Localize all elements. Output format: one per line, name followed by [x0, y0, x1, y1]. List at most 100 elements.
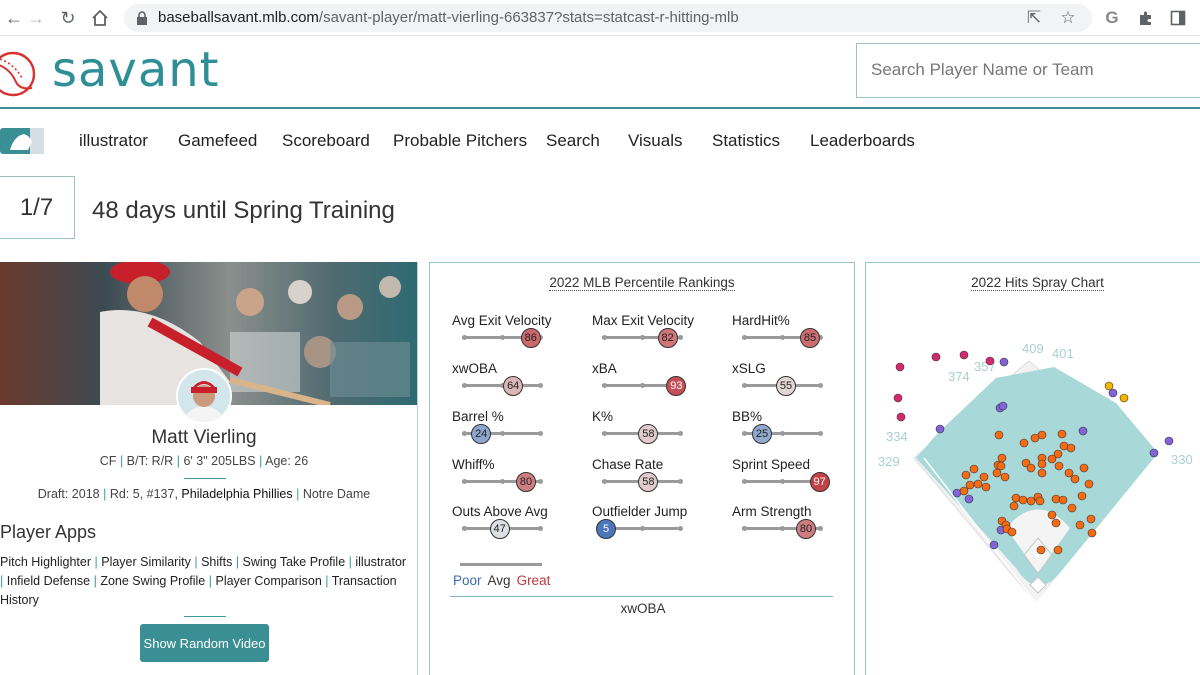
nav-item-scoreboard[interactable]: Scoreboard — [282, 131, 370, 151]
home-icon[interactable] — [88, 6, 112, 30]
hit-marker-double[interactable] — [935, 424, 945, 434]
hit-marker-single[interactable] — [1035, 496, 1045, 506]
sidebar-icon[interactable] — [1166, 6, 1190, 30]
percentile-metric[interactable]: Max Exit Velocity 82 — [592, 313, 712, 359]
hit-marker-triple[interactable] — [1104, 381, 1114, 391]
hit-marker-single[interactable] — [1026, 463, 1036, 473]
share-icon[interactable]: ⇱ — [1022, 6, 1046, 30]
percentile-metric[interactable]: K% 58 — [592, 409, 712, 455]
app-link[interactable]: Pitch Highlighter — [0, 555, 91, 569]
hit-marker-single[interactable] — [1058, 495, 1068, 505]
hit-marker-single[interactable] — [1007, 527, 1017, 537]
forward-icon[interactable]: → — [24, 6, 48, 30]
hit-marker-single[interactable] — [1019, 438, 1029, 448]
hit-marker-single[interactable] — [969, 464, 979, 474]
nav-item-illustrator[interactable]: illustrator — [79, 131, 148, 151]
hit-marker-single[interactable] — [1053, 545, 1063, 555]
mlb-logo-icon[interactable] — [0, 128, 44, 154]
percentile-metric[interactable]: Outfielder Jump 5 — [592, 504, 712, 550]
hit-marker-single[interactable] — [1047, 510, 1057, 520]
hit-marker-single[interactable] — [1036, 545, 1046, 555]
percentile-metric[interactable]: Whiff% 80 — [452, 457, 572, 503]
percentile-metric[interactable]: Avg Exit Velocity 86 — [452, 313, 572, 359]
percentile-metric[interactable]: xSLG 55 — [732, 361, 852, 407]
hit-marker-single[interactable] — [1047, 454, 1057, 464]
hit-marker-single[interactable] — [959, 486, 969, 496]
hit-marker-triple[interactable] — [1119, 393, 1129, 403]
app-link[interactable]: Infield Defense — [7, 574, 90, 588]
search-input[interactable] — [871, 60, 1191, 80]
hit-marker-home-run[interactable] — [931, 352, 941, 362]
logo-text[interactable]: savant — [52, 42, 219, 98]
nav-item-search[interactable]: Search — [546, 131, 600, 151]
hit-marker-single[interactable] — [961, 470, 971, 480]
hit-marker-single[interactable] — [1037, 459, 1047, 469]
hit-marker-home-run[interactable] — [959, 350, 969, 360]
hit-marker-single[interactable] — [997, 453, 1007, 463]
hit-marker-single[interactable] — [992, 468, 1002, 478]
hit-marker-single[interactable] — [1000, 472, 1010, 482]
hit-marker-single[interactable] — [1057, 429, 1067, 439]
hit-marker-single[interactable] — [1030, 433, 1040, 443]
star-icon[interactable]: ☆ — [1056, 6, 1080, 30]
hit-marker-home-run[interactable] — [896, 412, 906, 422]
savant-logo-icon[interactable] — [0, 50, 40, 98]
percentile-metric[interactable]: Arm Strength 80 — [732, 504, 852, 550]
hit-marker-home-run[interactable] — [985, 356, 995, 366]
app-link[interactable]: Zone Swing Profile — [100, 574, 205, 588]
hit-marker-double[interactable] — [989, 540, 999, 550]
percentile-title-text[interactable]: 2022 MLB Percentile Rankings — [549, 275, 735, 291]
hit-marker-single[interactable] — [1075, 520, 1085, 530]
hit-marker-home-run[interactable] — [893, 393, 903, 403]
app-link[interactable]: Swing Take Profile — [243, 555, 346, 569]
percentile-metric[interactable]: Chase Rate 58 — [592, 457, 712, 503]
percentile-metric[interactable]: BB% 25 — [732, 409, 852, 455]
hit-marker-single[interactable] — [1070, 474, 1080, 484]
hit-marker-double[interactable] — [964, 494, 974, 504]
hit-marker-single[interactable] — [1026, 496, 1036, 506]
hit-marker-double[interactable] — [1164, 436, 1174, 446]
hit-marker-double[interactable] — [1078, 426, 1088, 436]
percentile-metric[interactable]: xBA 93 — [592, 361, 712, 407]
back-icon[interactable]: ← — [2, 6, 26, 30]
hit-marker-single[interactable] — [1018, 495, 1028, 505]
nav-item-visuals[interactable]: Visuals — [628, 131, 683, 151]
app-link[interactable]: Player Similarity — [101, 555, 191, 569]
nav-item-gamefeed[interactable]: Gamefeed — [178, 131, 257, 151]
hit-marker-single[interactable] — [994, 430, 1004, 440]
address-bar[interactable]: baseballsavant.mlb.com/savant-player/mat… — [124, 4, 1092, 32]
hit-marker-single[interactable] — [1067, 503, 1077, 513]
hit-marker-single[interactable] — [1009, 501, 1019, 511]
hit-marker-single[interactable] — [1079, 463, 1089, 473]
hit-marker-single[interactable] — [1084, 479, 1094, 489]
percentile-metric[interactable]: HardHit% 85 — [732, 313, 852, 359]
draft-team[interactable]: Philadelphia Phillies — [181, 487, 292, 501]
percentile-metric[interactable]: xwOBA 64 — [452, 361, 572, 407]
hit-marker-double[interactable] — [999, 357, 1009, 367]
extensions-icon[interactable] — [1134, 6, 1158, 30]
hit-marker-single[interactable] — [1051, 494, 1061, 504]
hit-marker-single[interactable] — [1054, 461, 1064, 471]
hit-marker-home-run[interactable] — [895, 362, 905, 372]
hit-marker-single[interactable] — [981, 482, 991, 492]
show-random-video-button[interactable]: Show Random Video — [140, 624, 269, 662]
hit-marker-double[interactable] — [998, 401, 1008, 411]
hit-marker-single[interactable] — [996, 461, 1006, 471]
percentile-metric[interactable]: Outs Above Avg 47 — [452, 504, 572, 550]
nav-item-statistics[interactable]: Statistics — [712, 131, 780, 151]
hit-marker-single[interactable] — [1086, 514, 1096, 524]
reload-icon[interactable]: ↻ — [56, 6, 80, 30]
hit-marker-single[interactable] — [1066, 443, 1076, 453]
app-link[interactable]: Player Comparison — [215, 574, 321, 588]
hit-marker-single[interactable] — [979, 472, 989, 482]
percentile-metric[interactable]: Sprint Speed 97 — [732, 457, 852, 503]
app-link[interactable]: Shifts — [201, 555, 232, 569]
percentile-metric[interactable]: Barrel % 24 — [452, 409, 572, 455]
nav-item-leaderboards[interactable]: Leaderboards — [810, 131, 915, 151]
hit-marker-single[interactable] — [1051, 518, 1061, 528]
hit-marker-single[interactable] — [973, 479, 983, 489]
hit-marker-double[interactable] — [1108, 388, 1118, 398]
app-link[interactable]: illustrator — [355, 555, 406, 569]
hit-marker-single[interactable] — [1037, 468, 1047, 478]
nav-item-probable-pitchers[interactable]: Probable Pitchers — [393, 131, 527, 151]
